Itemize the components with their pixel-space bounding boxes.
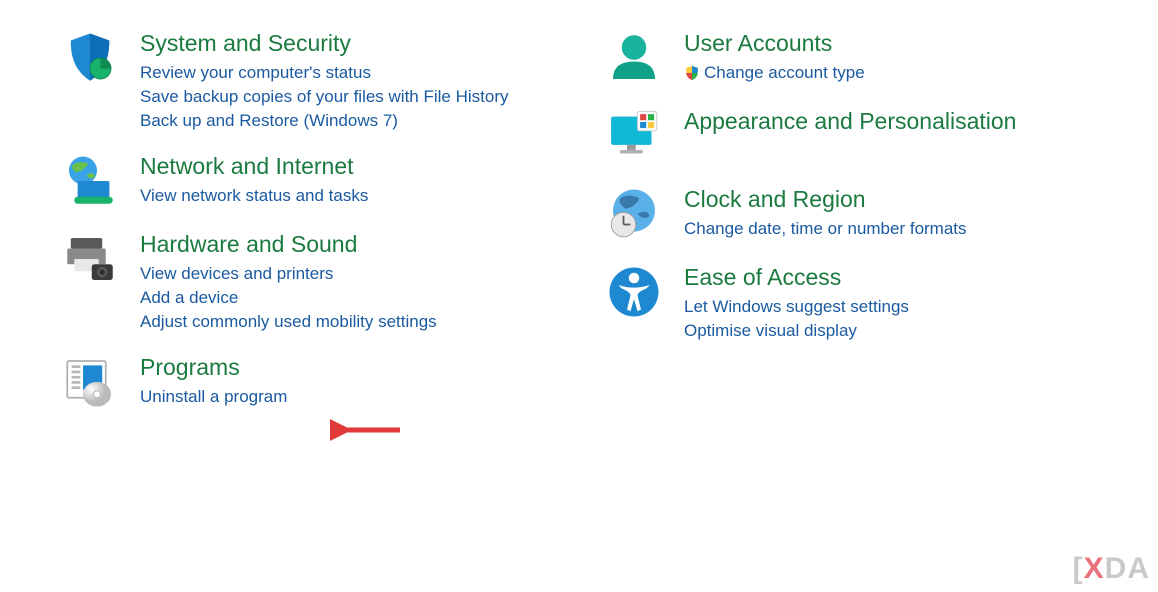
monitor-icon [604,108,664,168]
category-title-users[interactable]: User Accounts [684,30,865,57]
link-devices-printers[interactable]: View devices and printers [140,264,437,284]
category-title-network[interactable]: Network and Internet [140,153,368,180]
right-column: User Accounts Change account type [604,30,1118,432]
link-review-status[interactable]: Review your computer's status [140,63,509,83]
globe-clock-icon [604,186,664,246]
uac-shield-icon [684,65,700,81]
category-title-programs[interactable]: Programs [140,354,287,381]
link-backup-restore[interactable]: Back up and Restore (Windows 7) [140,111,509,131]
left-column: System and Security Review your computer… [60,30,574,432]
link-mobility[interactable]: Adjust commonly used mobility settings [140,312,437,332]
link-network-status[interactable]: View network status and tasks [140,186,368,206]
category-title-ease[interactable]: Ease of Access [684,264,909,291]
globe-network-icon [60,153,120,213]
programs-icon [60,354,120,414]
link-suggest-settings[interactable]: Let Windows suggest settings [684,297,909,317]
category-system-security: System and Security Review your computer… [60,30,574,135]
category-clock: Clock and Region Change date, time or nu… [604,186,1118,246]
link-optimise-display[interactable]: Optimise visual display [684,321,909,341]
link-uninstall-program[interactable]: Uninstall a program [140,387,287,407]
category-title-hardware[interactable]: Hardware and Sound [140,231,437,258]
link-date-time-formats[interactable]: Change date, time or number formats [684,219,967,239]
category-programs: Programs Uninstall a program [60,354,574,414]
category-appearance: Appearance and Personalisation [604,108,1118,168]
control-panel-categories: System and Security Review your computer… [0,0,1158,432]
watermark-x: X [1084,552,1105,586]
category-users: User Accounts Change account type [604,30,1118,90]
link-add-device[interactable]: Add a device [140,288,437,308]
category-title-clock[interactable]: Clock and Region [684,186,967,213]
category-title-system[interactable]: System and Security [140,30,509,57]
printer-camera-icon [60,231,120,291]
watermark-bracket: [ [1073,552,1084,586]
watermark-rest: DA [1105,552,1150,586]
user-icon [604,30,664,90]
annotation-arrow-icon [330,415,410,445]
shield-icon [60,30,120,90]
accessibility-icon [604,264,664,324]
category-network: Network and Internet View network status… [60,153,574,213]
link-change-account-type-label: Change account type [704,63,865,83]
link-change-account-type[interactable]: Change account type [684,63,865,83]
category-hardware: Hardware and Sound View devices and prin… [60,231,574,336]
xda-watermark: [XDA [1073,552,1150,586]
link-file-history[interactable]: Save backup copies of your files with Fi… [140,87,509,107]
category-title-appearance[interactable]: Appearance and Personalisation [684,108,1016,135]
category-ease: Ease of Access Let Windows suggest setti… [604,264,1118,345]
